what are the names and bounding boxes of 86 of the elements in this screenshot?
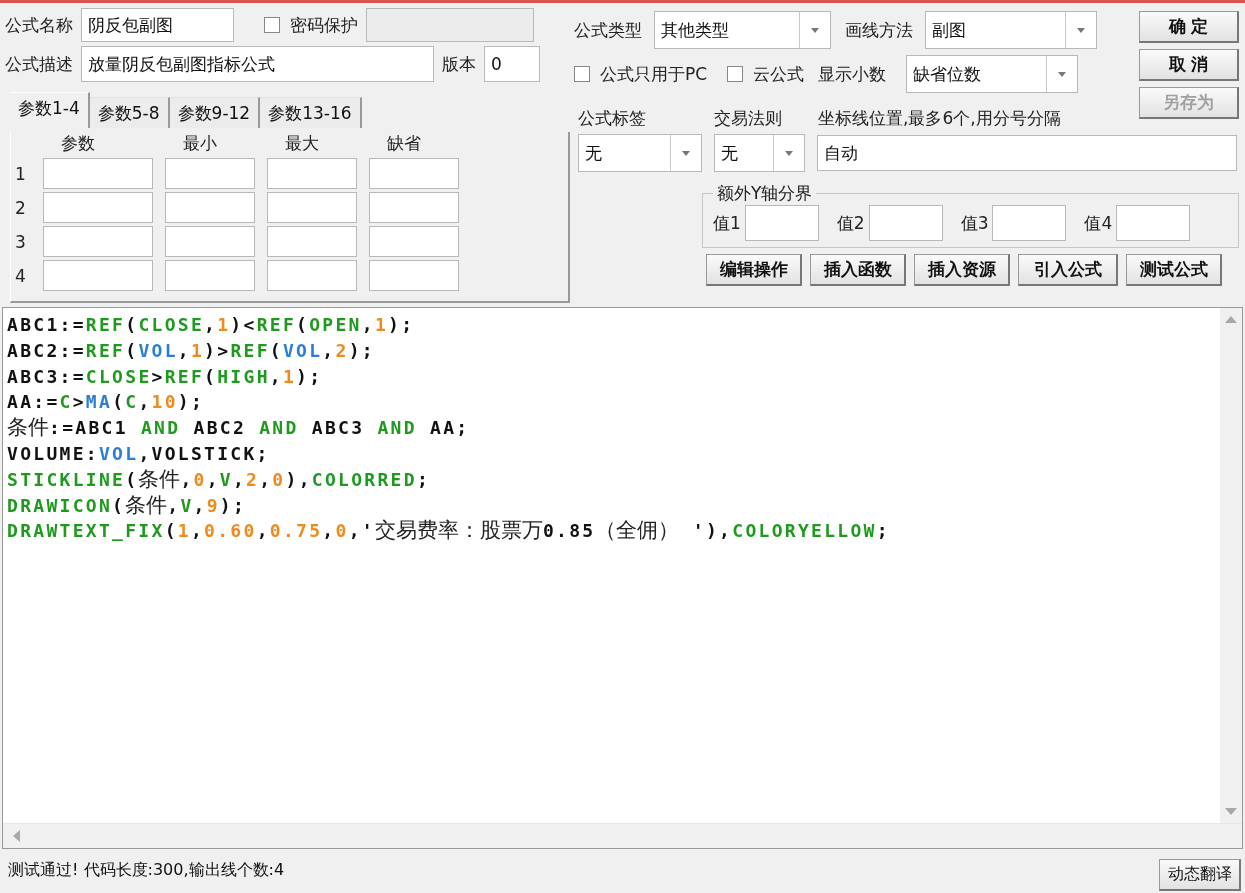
- input-field[interactable]: [992, 205, 1067, 241]
- checkbox[interactable]: [574, 66, 590, 82]
- input-field[interactable]: [267, 158, 357, 189]
- row-number: 2: [15, 197, 27, 218]
- column-header: 最小: [182, 132, 218, 155]
- input-field[interactable]: [165, 260, 255, 291]
- input-field[interactable]: [43, 192, 153, 223]
- field-label: 坐标线位置,最多6个,用分号分隔: [818, 107, 1061, 130]
- input-field[interactable]: [369, 192, 459, 223]
- toolbar-button[interactable]: 引入公式: [1018, 254, 1118, 286]
- translate-button[interactable]: 动态翻译: [1159, 859, 1241, 891]
- input-field[interactable]: [267, 192, 357, 223]
- field-label: 交易法则: [714, 107, 783, 130]
- toolbar-button[interactable]: 插入函数: [810, 254, 906, 286]
- row-number: 4: [15, 265, 27, 286]
- input-field[interactable]: [43, 260, 153, 291]
- dialog-button[interactable]: 取 消: [1139, 49, 1239, 81]
- scroll-left-icon[interactable]: [11, 829, 21, 843]
- checkbox-label: 密码保护: [290, 13, 358, 37]
- code-line: VOLUME:VOL,VOLSTICK;: [7, 442, 271, 466]
- column-header: 缺省: [386, 132, 422, 155]
- input-field[interactable]: [744, 205, 819, 241]
- code-line: ABC3:=CLOSE>REF(HIGH,1);: [7, 364, 324, 389]
- input-field[interactable]: [366, 8, 534, 42]
- input-field[interactable]: [1116, 205, 1191, 241]
- field-label: 版本: [442, 52, 476, 76]
- input-field[interactable]: [369, 226, 459, 257]
- field-label: 值2: [836, 211, 865, 235]
- input-field[interactable]: [165, 158, 255, 189]
- input-field[interactable]: [369, 260, 459, 291]
- input-field[interactable]: [267, 260, 357, 291]
- checkbox[interactable]: [264, 17, 280, 33]
- vertical-scrollbar[interactable]: [1220, 308, 1242, 823]
- code-line: DRAWTEXT_FIX(1,0.60,0.75,0,'交易费率：股票万0.85（全佣） '),COLORYELLOW;: [7, 518, 891, 545]
- toolbar-button[interactable]: 编辑操作: [706, 254, 802, 286]
- input-field[interactable]: [43, 158, 153, 189]
- tab[interactable]: 参数13-16: [260, 97, 362, 128]
- toolbar-button[interactable]: 测试公式: [1126, 254, 1222, 286]
- tab[interactable]: 参数9-12: [169, 97, 261, 128]
- field-label: 公式名称: [5, 13, 73, 37]
- dialog-button[interactable]: 确 定: [1139, 11, 1239, 43]
- dropdown[interactable]: 无: [714, 134, 805, 172]
- input-field[interactable]: [868, 205, 943, 241]
- column-header: 参数: [60, 132, 96, 155]
- input-field[interactable]: [165, 226, 255, 257]
- field-label: 值1: [713, 211, 741, 235]
- field-label: 显示小数: [818, 62, 887, 86]
- input-field[interactable]: 阴反包副图: [81, 8, 234, 42]
- checkbox-label: 公式只用于PC: [600, 62, 708, 86]
- code-line: ABC1:=REF(CLOSE,1)<REF(OPEN,1);: [7, 313, 416, 337]
- input-field[interactable]: [369, 158, 459, 189]
- field-label: 公式类型: [574, 18, 642, 42]
- input-field[interactable]: 放量阴反包副图指标公式: [81, 46, 434, 82]
- input-field[interactable]: [43, 226, 153, 257]
- tab[interactable]: 参数1-4: [10, 92, 90, 128]
- input-field[interactable]: 0: [484, 46, 540, 82]
- row-number: 1: [15, 163, 27, 184]
- scroll-up-icon[interactable]: [1224, 314, 1238, 324]
- input-field[interactable]: [267, 226, 357, 257]
- column-header: 最大: [284, 132, 320, 155]
- code-line: STICKLINE(条件,0,V,2,0),COLORRED;: [7, 466, 432, 493]
- code-line: 条件:=ABC1 AND ABC2 AND ABC3 AND AA;: [7, 415, 471, 441]
- dropdown[interactable]: 其他类型: [654, 11, 831, 49]
- code-line: AA:=C>MA(C,10);: [7, 390, 206, 415]
- field-label: 值3: [960, 211, 989, 235]
- checkbox-label: 云公式: [753, 62, 805, 86]
- code-line: ABC2:=REF(VOL,1)>REF(VOL,2);: [7, 338, 376, 363]
- checkbox[interactable]: [727, 66, 744, 82]
- input-field[interactable]: 自动: [817, 135, 1237, 171]
- horizontal-scrollbar[interactable]: [3, 823, 1242, 848]
- code-line: DRAWICON(条件,V,9);: [7, 492, 248, 519]
- field-label: 值4: [1084, 211, 1113, 235]
- row-number: 3: [15, 231, 27, 252]
- field-label: 画线方法: [845, 18, 913, 42]
- status-text: 测试通过! 代码长度:300,输出线个数:4: [8, 860, 285, 881]
- dropdown[interactable]: 无: [578, 134, 702, 172]
- code-editor[interactable]: [2, 307, 1243, 849]
- tab[interactable]: 参数5-8: [89, 97, 170, 128]
- dropdown[interactable]: 副图: [925, 11, 1097, 49]
- scroll-down-icon[interactable]: [1224, 807, 1238, 817]
- input-field[interactable]: [165, 192, 255, 223]
- field-label: 公式标签: [577, 107, 647, 130]
- field-label: 公式描述: [5, 52, 73, 76]
- dropdown[interactable]: 缺省位数: [906, 55, 1079, 93]
- toolbar-button[interactable]: 插入资源: [914, 254, 1010, 286]
- group-title: 额外Y轴分界: [716, 182, 814, 205]
